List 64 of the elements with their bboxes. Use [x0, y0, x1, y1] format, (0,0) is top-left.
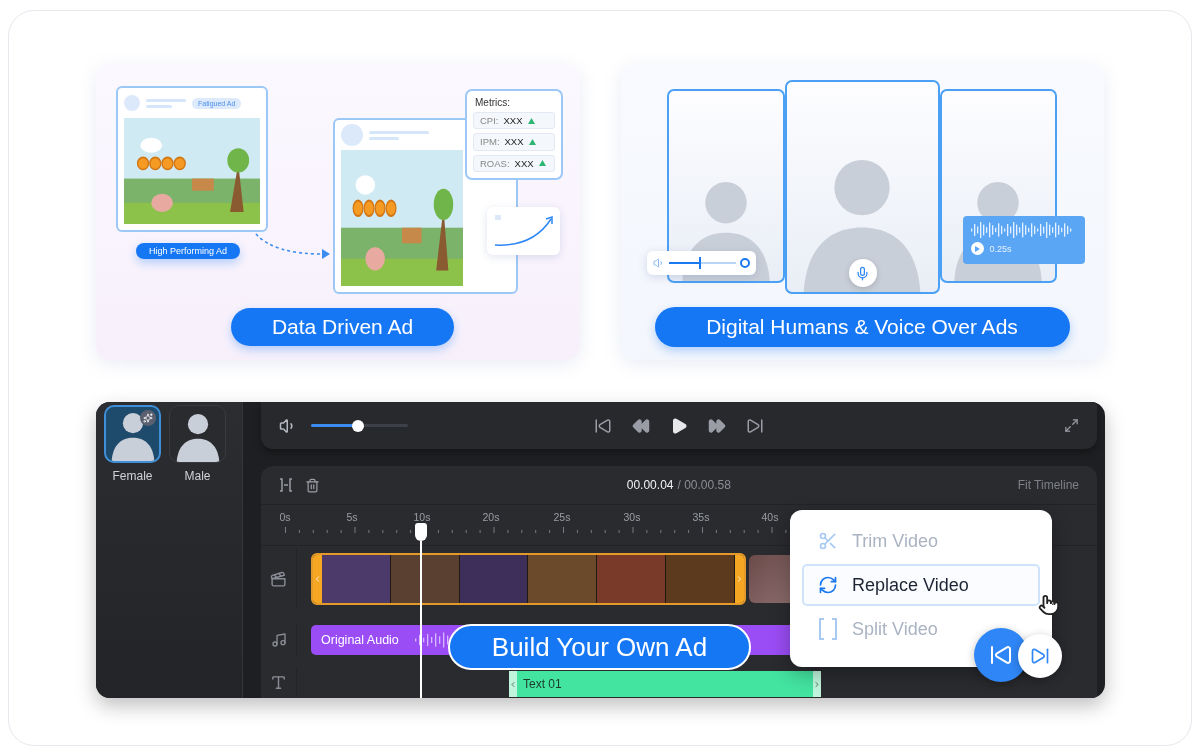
triangle-up-icon	[528, 139, 536, 145]
skip-back-icon	[989, 643, 1013, 667]
fit-timeline-button[interactable]: Fit Timeline	[1017, 478, 1079, 492]
speaker-icon	[652, 257, 665, 269]
avatar-tile[interactable]	[169, 405, 226, 463]
ruler-label: 25s	[553, 511, 571, 523]
ruler-label: 40s	[761, 511, 779, 523]
current-time: 00.00.04	[626, 478, 674, 492]
trash-icon[interactable]	[305, 477, 320, 493]
scissors-icon	[818, 531, 838, 551]
person-silhouette	[110, 412, 155, 461]
fullscreen-button[interactable]	[1064, 418, 1079, 433]
split-icon[interactable]	[279, 477, 293, 493]
slider-end-cap	[739, 258, 750, 268]
total-time: / 00.00.58	[677, 478, 731, 492]
high-performing-label: High Performing Ad	[136, 243, 240, 259]
ruler-label: 20s	[482, 511, 500, 523]
build-your-own-ad-button[interactable]: Build Your Own Ad	[448, 624, 751, 670]
ruler-label: 0s	[279, 511, 291, 523]
ruler-label: 30s	[623, 511, 641, 523]
video-clip[interactable]	[311, 553, 746, 605]
skip-back-button[interactable]	[594, 416, 612, 435]
brackets-icon	[818, 617, 838, 641]
data-driven-ad-button[interactable]: Data Driven Ad	[231, 308, 454, 346]
skip-forward-icon	[1030, 646, 1050, 666]
digital-humans-button[interactable]: Digital Humans & Voice Over Ads	[654, 307, 1070, 347]
fast-forward-button[interactable]	[708, 416, 726, 435]
person-silhouette	[175, 413, 220, 462]
metric-label: CPI:	[480, 115, 499, 127]
skip-forward-button[interactable]	[746, 416, 764, 435]
triangle-up-icon	[538, 160, 546, 167]
rewind-button[interactable]	[632, 416, 650, 435]
play-button[interactable]	[670, 416, 688, 435]
avatar-label: Male	[184, 469, 211, 483]
avatar-label: Female	[112, 469, 153, 483]
sparkle-icon	[140, 410, 156, 426]
metric-value: XXX	[503, 115, 523, 127]
metric-label: IPM:	[480, 136, 500, 148]
slider-thumb[interactable]	[698, 257, 701, 269]
music-icon	[270, 632, 287, 648]
voice-duration: 0.25s	[989, 243, 1012, 254]
metrics-title: Metrics:	[475, 97, 511, 108]
playhead[interactable]	[415, 523, 427, 698]
metric-value: XXX	[514, 157, 534, 169]
metric-value: XXX	[504, 136, 524, 148]
slider-thumb[interactable]	[351, 419, 364, 432]
text-icon	[270, 673, 287, 691]
refresh-icon	[818, 575, 838, 595]
growth-curve-drawing	[493, 213, 555, 249]
ruler-label: 5s	[346, 511, 358, 523]
ruler-label: 10s	[413, 511, 431, 523]
text-lines-placeholder	[146, 98, 186, 108]
metric-label: ROAS:	[480, 157, 510, 169]
triangle-up-icon	[527, 117, 535, 124]
avatar-circle	[341, 124, 363, 146]
microphone-icon	[855, 265, 870, 281]
avatar-circle	[124, 95, 140, 111]
film-icon	[270, 570, 287, 588]
ruler-label: 35s	[692, 511, 710, 523]
text-lines-placeholder	[369, 130, 429, 140]
menu-item[interactable]: Replace Video	[802, 564, 1040, 606]
volume-slider[interactable]	[646, 251, 756, 275]
avatar-tile[interactable]	[104, 405, 161, 463]
play-icon[interactable]	[970, 242, 984, 255]
